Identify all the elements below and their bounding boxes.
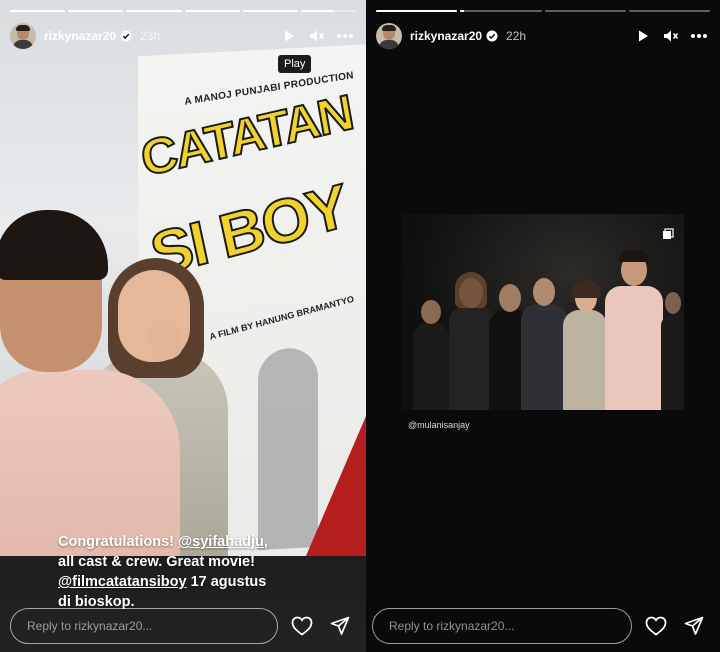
caption-text: ,	[263, 534, 268, 550]
multiple-photos-icon	[663, 228, 674, 239]
heart-icon	[291, 616, 313, 636]
like-button[interactable]	[642, 612, 670, 640]
progress-segment	[184, 10, 240, 12]
story-panel-left[interactable]: A MANOJ PUNJABI PRODUCTION CATATAN SI BO…	[0, 0, 366, 652]
play-tooltip: Play	[278, 55, 312, 73]
progress-segment	[10, 10, 66, 12]
username[interactable]: rizkynazar20	[44, 29, 116, 43]
reply-input[interactable]	[10, 608, 278, 644]
story-media: A MANOJ PUNJABI PRODUCTION CATATAN SI BO…	[0, 0, 366, 556]
poster-title-line1: CATATAN	[136, 83, 357, 188]
mute-button[interactable]	[306, 25, 328, 47]
mention-link[interactable]: @filmcatatansiboy	[58, 574, 187, 590]
progress-segment	[460, 10, 542, 12]
reply-bar	[10, 608, 354, 644]
progress-segment	[544, 10, 626, 12]
username[interactable]: rizkynazar20	[410, 29, 482, 43]
caption-text: 17 agustus	[186, 574, 267, 590]
story-panel-right[interactable]: rizkynazar20 22h @mulanisanjay Reply to …	[366, 0, 720, 652]
poster-shadow	[258, 346, 318, 550]
heart-icon	[645, 616, 667, 636]
share-button[interactable]	[326, 612, 354, 640]
progress-segment	[628, 10, 710, 12]
story-header: rizkynazar20 22h	[376, 22, 710, 50]
progress-fill	[242, 10, 298, 12]
mute-button[interactable]	[660, 25, 682, 47]
story-progress	[10, 10, 357, 12]
more-icon	[337, 34, 353, 38]
progress-fill	[300, 10, 334, 12]
progress-segment	[242, 10, 298, 12]
avatar[interactable]	[376, 23, 402, 49]
progress-segment	[376, 10, 458, 12]
progress-fill	[126, 10, 182, 12]
progress-fill	[10, 10, 66, 12]
progress-segment	[68, 10, 124, 12]
person-figure	[661, 284, 684, 410]
progress-fill	[460, 10, 465, 12]
progress-segment	[126, 10, 182, 12]
like-button[interactable]	[288, 612, 316, 640]
caption-text: Congratulations!	[58, 534, 179, 550]
verified-badge-icon	[486, 30, 498, 42]
avatar[interactable]	[10, 23, 36, 49]
send-icon	[330, 616, 350, 635]
caption-text: all cast & crew. Great movie!	[58, 554, 255, 570]
person-figure	[603, 246, 665, 410]
story-caption: Congratulations! @syifahadju, all cast &…	[58, 532, 358, 612]
send-icon	[684, 616, 704, 635]
group-photo	[403, 214, 684, 410]
story-header: rizkynazar20 23h	[10, 22, 356, 50]
poster-director: A FILM BY HANUNG BRAMANTYO	[208, 293, 355, 342]
person-figure	[411, 290, 451, 410]
verified-badge-icon	[120, 30, 132, 42]
mute-icon	[310, 30, 325, 42]
play-button[interactable]	[632, 25, 654, 47]
more-options-button[interactable]	[334, 25, 356, 47]
story-progress	[376, 10, 710, 12]
progress-fill	[376, 10, 458, 12]
play-button[interactable]	[278, 25, 300, 47]
mute-icon	[664, 30, 679, 42]
more-options-button[interactable]	[688, 25, 710, 47]
share-button[interactable]	[680, 612, 708, 640]
progress-fill	[68, 10, 124, 12]
progress-segment	[300, 10, 357, 12]
progress-fill	[184, 10, 240, 12]
person-figure	[561, 274, 609, 410]
play-icon	[639, 30, 648, 42]
man-figure	[0, 370, 180, 556]
more-icon	[691, 34, 707, 38]
reply-bar	[372, 608, 708, 644]
post-time: 23h	[140, 29, 161, 43]
photo-tag[interactable]: @mulanisanjay	[408, 420, 470, 430]
mention-link[interactable]: @syifahadju	[178, 534, 264, 550]
play-icon	[285, 30, 294, 42]
post-time: 22h	[506, 29, 527, 43]
reply-input[interactable]	[372, 608, 632, 644]
